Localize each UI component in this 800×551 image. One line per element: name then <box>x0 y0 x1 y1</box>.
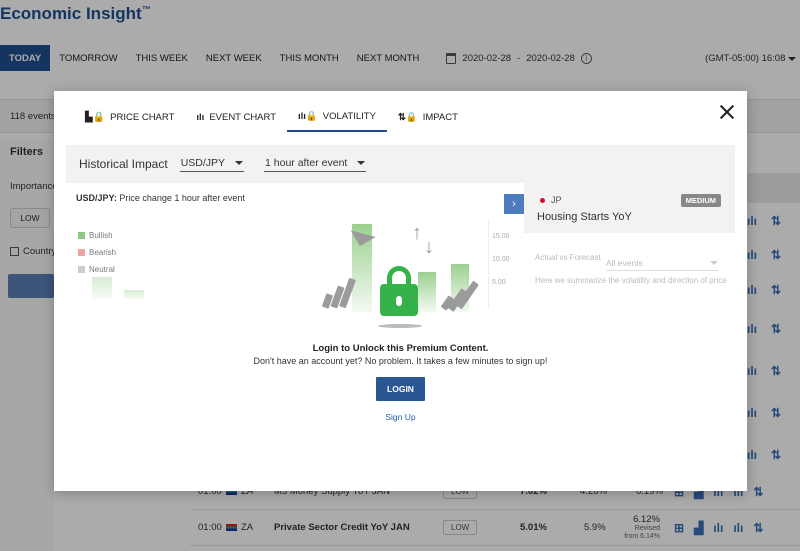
chevron-down-icon <box>710 261 718 265</box>
chevron-down-icon <box>357 160 366 165</box>
close-icon[interactable] <box>719 104 735 120</box>
bar-chart-icon: ılı <box>196 112 205 123</box>
event-country: JP <box>540 195 562 205</box>
chart-caption: USD/JPY: Price change 1 hour after event <box>76 193 245 203</box>
tab-impact[interactable]: ⇅🔒 IMPACT <box>387 103 469 132</box>
chart-legend: Bullish Bearish Neutral <box>78 227 116 278</box>
modal-tabs: ▙🔒 PRICE CHART ılı EVENT CHART ılı🔒 VOLATIL… <box>74 103 469 133</box>
chart-bar-faint <box>124 290 144 299</box>
premium-modal: ▙🔒 PRICE CHART ılı EVENT CHART ılı🔒 VOLATIL… <box>54 91 747 491</box>
tick-label: 5.00 <box>492 279 506 286</box>
locked-volatility-icon: ılı🔒 <box>298 111 318 122</box>
tab-price-chart[interactable]: ▙🔒 PRICE CHART <box>74 103 185 132</box>
legend-swatch <box>78 249 85 256</box>
tick-label: 10.00 <box>492 256 510 263</box>
illustration-bar <box>418 272 436 312</box>
legend-swatch <box>78 266 85 273</box>
lock-shadow <box>378 324 422 328</box>
legend-swatch <box>78 232 85 239</box>
locked-impact-icon: ⇅🔒 <box>397 112 418 123</box>
locked-content-illustration: ◣ ↑ ↓ <box>316 216 486 336</box>
pair-select[interactable]: USD/JPY <box>179 157 245 172</box>
premium-title: Login to Unlock this Premium Content. <box>312 343 489 354</box>
all-events-select[interactable]: All events <box>606 258 718 271</box>
actual-vs-forecast-label: Actual vs Forecast <box>535 253 601 262</box>
arrow-up-icon: ↑ <box>412 222 422 244</box>
event-title: Housing Starts YoY <box>537 211 632 223</box>
keyhole-icon <box>396 296 402 306</box>
chevron-right-icon: › <box>512 198 516 210</box>
time-window-select[interactable]: 1 hour after event <box>264 157 367 172</box>
y-axis-ticks: 15.00 10.00 5.00 <box>492 233 510 302</box>
login-button[interactable]: LOGIN <box>376 377 425 401</box>
next-event-button[interactable]: › <box>504 194 524 214</box>
historical-impact-header: Historical Impact USD/JPY 1 hour after e… <box>66 145 735 183</box>
arrow-down-icon: ↓ <box>424 236 434 258</box>
flag-jp-icon <box>540 197 545 203</box>
event-card: JP Housing Starts YoY MEDIUM <box>524 183 735 233</box>
legend-item: Bearish <box>78 244 116 261</box>
importance-badge: MEDIUM <box>680 194 721 207</box>
tick-label: 15.00 <box>492 233 510 240</box>
tab-event-chart[interactable]: ılı EVENT CHART <box>185 103 287 132</box>
premium-subtitle: Don't have an account yet? No problem. I… <box>253 356 548 366</box>
historical-impact-title: Historical Impact <box>79 157 168 171</box>
locked-chart-icon: ▙🔒 <box>85 112 106 123</box>
legend-item: Neutral <box>78 261 116 278</box>
summary-text: Here we summarize the volatility and dir… <box>535 276 727 285</box>
legend-item: Bullish <box>78 227 116 244</box>
signup-link[interactable]: Sign Up <box>54 412 747 422</box>
chevron-down-icon <box>235 160 244 165</box>
chart-bar-faint <box>92 277 112 299</box>
chart-axis <box>488 219 489 309</box>
tab-volatility[interactable]: ılı🔒 VOLATILITY <box>287 103 387 132</box>
